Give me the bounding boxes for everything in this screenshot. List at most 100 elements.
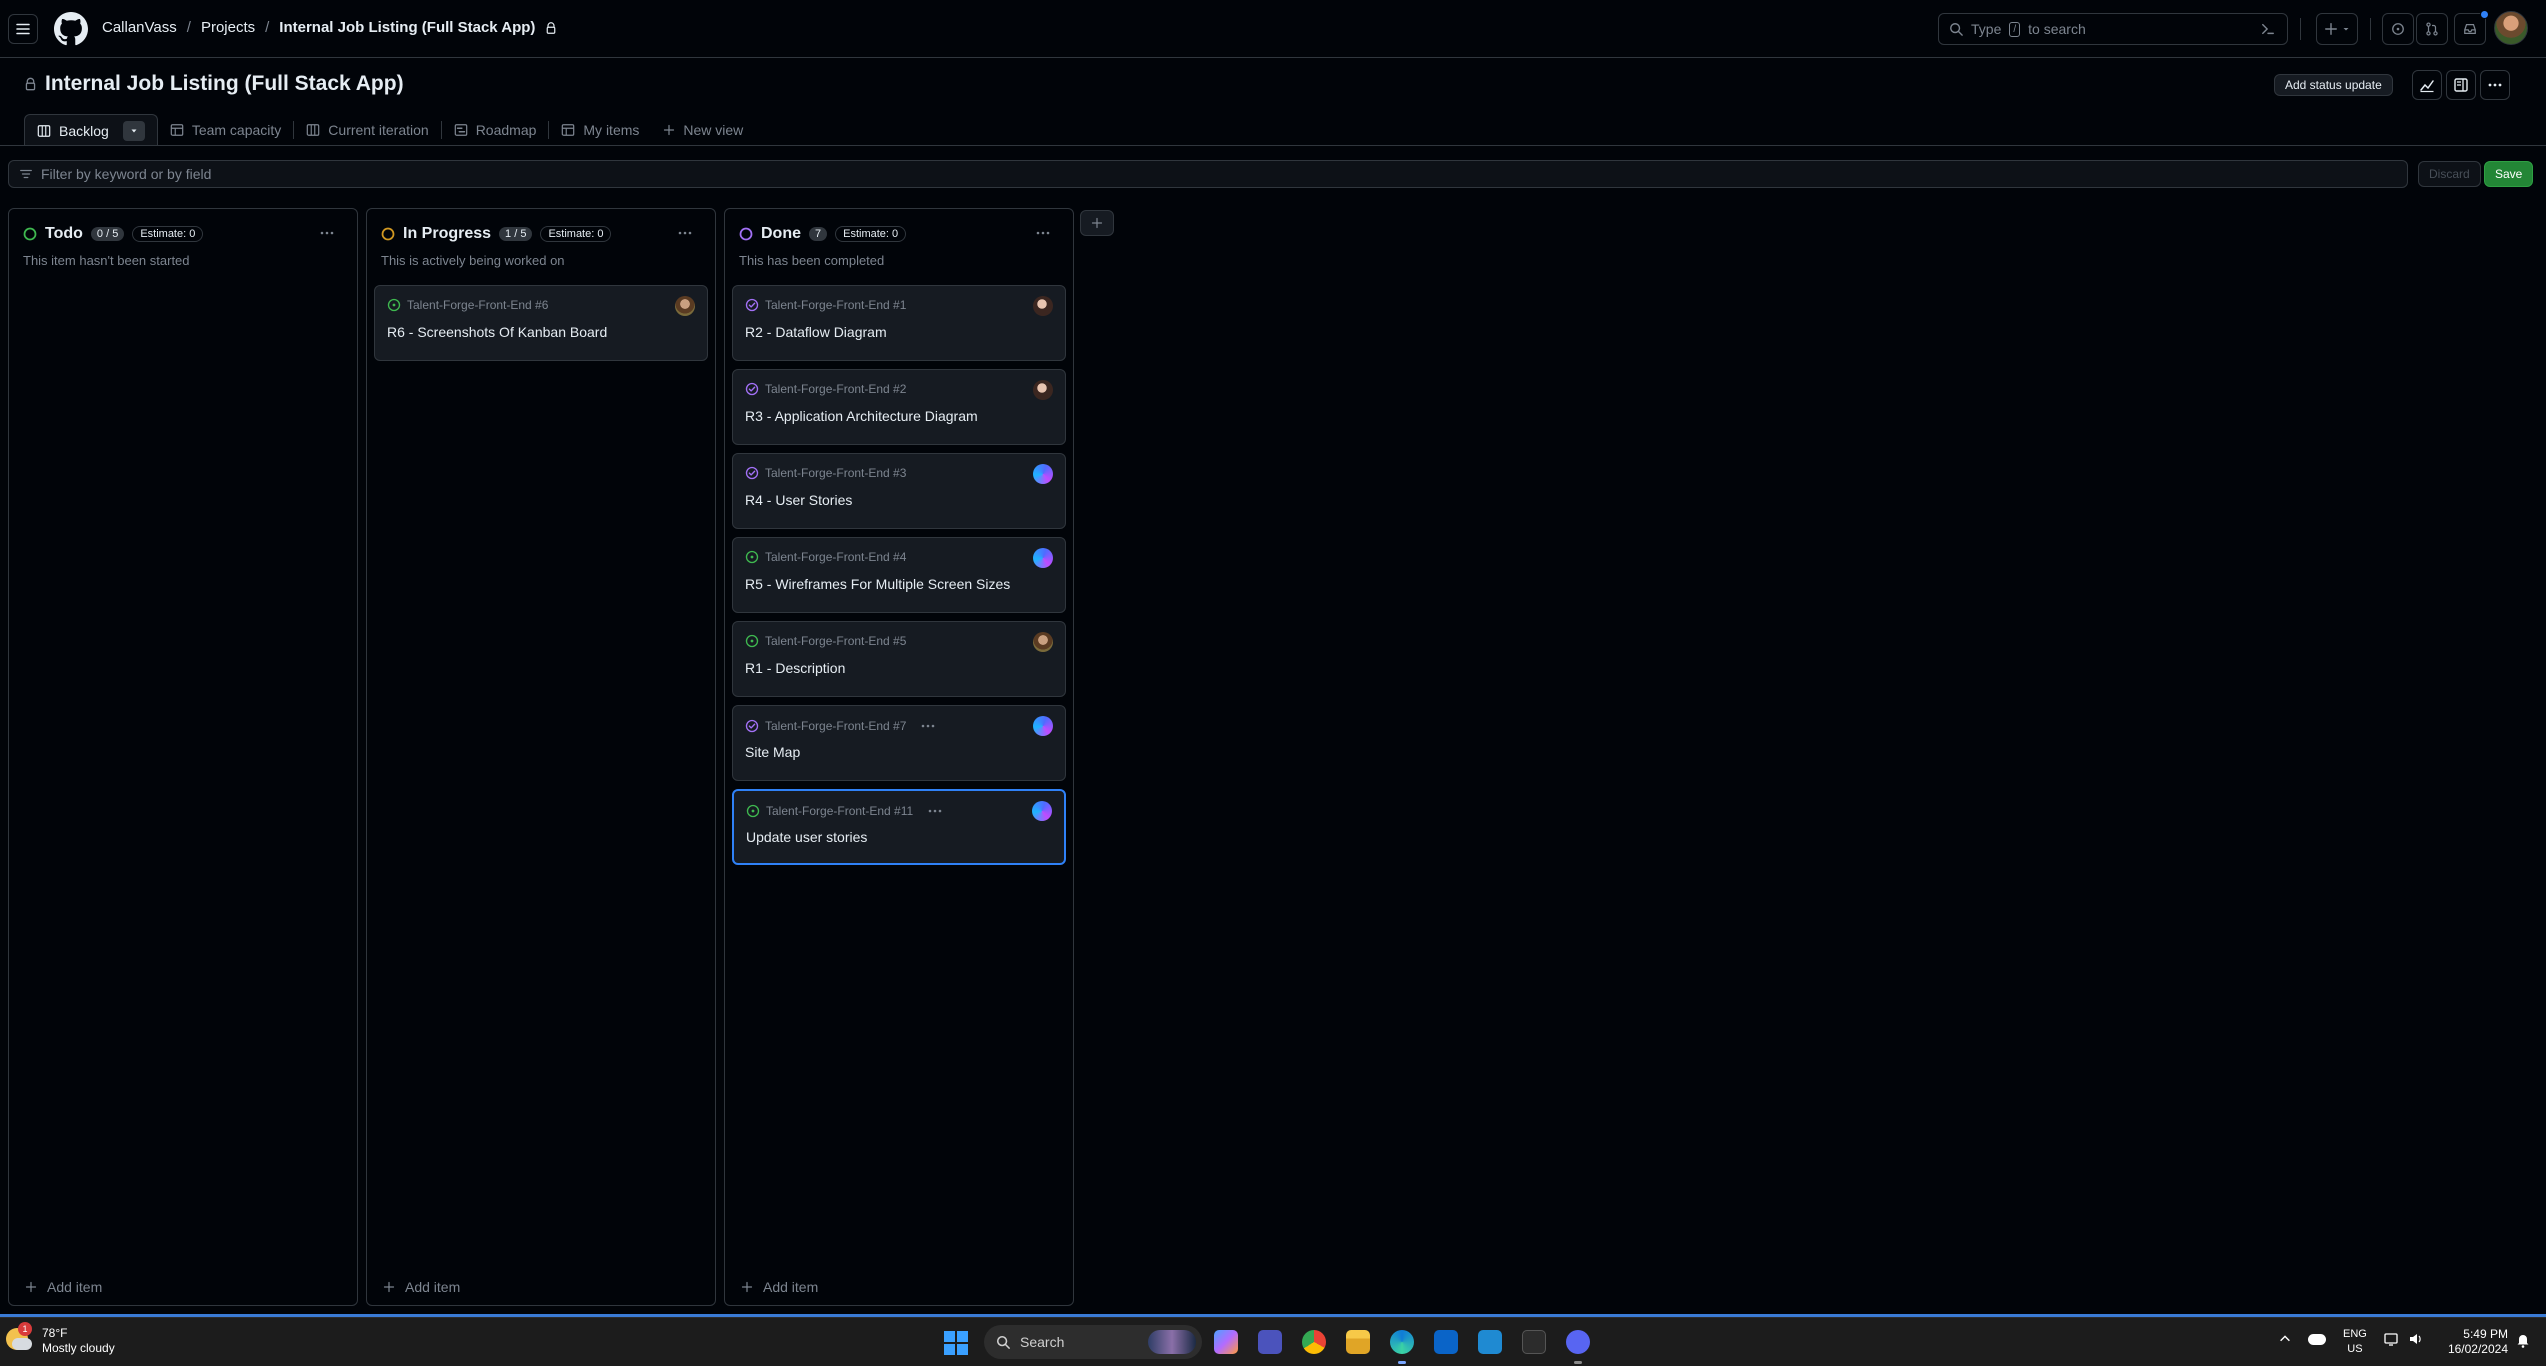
tab-roadmap[interactable]: Roadmap: [442, 116, 549, 144]
assignee-avatar[interactable]: [675, 296, 695, 316]
project-title-row: Internal Job Listing (Full Stack App): [24, 72, 404, 96]
language-indicator[interactable]: ENG US: [2343, 1327, 2367, 1357]
column-description: This has been completed: [739, 253, 885, 268]
discard-button[interactable]: Discard: [2418, 161, 2481, 187]
menu-button[interactable]: [8, 14, 38, 44]
create-new-button[interactable]: [2316, 13, 2358, 45]
issue-reference: Talent-Forge-Front-End #3: [745, 466, 906, 480]
tab-team-capacity[interactable]: Team capacity: [158, 116, 293, 144]
issue-title[interactable]: Site Map: [745, 744, 800, 760]
save-button[interactable]: Save: [2484, 161, 2534, 187]
edge-app-icon[interactable]: [1390, 1330, 1414, 1354]
tab-current-iteration[interactable]: Current iteration: [294, 116, 440, 144]
issue-card[interactable]: Talent-Forge-Front-End #7 Site Map: [732, 705, 1066, 781]
breadcrumb-separator: /: [265, 19, 270, 36]
assignee-avatar[interactable]: [1033, 548, 1053, 568]
windows-start-icon[interactable]: [944, 1331, 968, 1355]
volume-icon[interactable]: [2408, 1332, 2424, 1346]
weather-icon: 1: [6, 1322, 34, 1354]
add-column-button[interactable]: [1080, 210, 1114, 236]
issue-card[interactable]: Talent-Forge-Front-End #3 R4 - User Stori…: [732, 453, 1066, 529]
tab-label: Current iteration: [328, 122, 429, 138]
add-status-update-button[interactable]: Add status update: [2274, 74, 2393, 96]
taskbar-search-label: Search: [1020, 1334, 1065, 1350]
file-explorer-app-icon[interactable]: [1346, 1330, 1370, 1354]
view-options-button[interactable]: [122, 120, 145, 141]
card-menu-button[interactable]: [927, 803, 943, 819]
taskbar-search[interactable]: Search: [984, 1325, 1202, 1359]
issue-title[interactable]: R5 - Wireframes For Multiple Screen Size…: [745, 576, 1010, 592]
tab-label: New view: [683, 122, 744, 138]
breadcrumb-project[interactable]: Internal Job Listing (Full Stack App): [279, 19, 535, 36]
notification-bell-icon[interactable]: [2516, 1332, 2530, 1348]
mail-app-icon[interactable]: [1434, 1330, 1458, 1354]
column-menu-button[interactable]: [677, 225, 693, 241]
issue-card[interactable]: Talent-Forge-Front-End #1 R2 - Dataflow D…: [732, 285, 1066, 361]
breadcrumb: CallanVass / Projects / Internal Job Lis…: [102, 19, 557, 36]
network-icon[interactable]: [2384, 1332, 2400, 1346]
breadcrumb-owner[interactable]: CallanVass: [102, 19, 177, 36]
assignee-avatar[interactable]: [1033, 464, 1053, 484]
discord-app-icon[interactable]: [1566, 1330, 1590, 1354]
vscode-app-icon[interactable]: [1478, 1330, 1502, 1354]
pull-requests-button[interactable]: [2416, 13, 2448, 45]
weather-widget[interactable]: 1 78°F Mostly cloudy: [6, 1322, 115, 1356]
issues-button[interactable]: [2382, 13, 2414, 45]
github-logo-icon[interactable]: [54, 12, 88, 46]
assignee-avatar[interactable]: [1033, 716, 1053, 736]
assignee-avatar[interactable]: [1033, 380, 1053, 400]
side-panel-button[interactable]: [2446, 70, 2476, 100]
tab-backlog[interactable]: Backlog: [24, 114, 158, 146]
card-menu-button[interactable]: [920, 718, 936, 734]
global-search-input[interactable]: Type / to search: [1938, 13, 2288, 45]
issue-reference-text[interactable]: Talent-Forge-Front-End #3: [765, 466, 906, 480]
issue-card[interactable]: Talent-Forge-Front-End #5 R1 - Descriptio…: [732, 621, 1066, 697]
issue-title[interactable]: R1 - Description: [745, 660, 845, 676]
tab-my-items[interactable]: My items: [549, 116, 651, 144]
terminal-app-icon[interactable]: [1522, 1330, 1546, 1354]
onedrive-cloud-icon[interactable]: [2308, 1332, 2326, 1345]
tray-overflow-chevron-icon[interactable]: [2278, 1332, 2292, 1346]
issue-title[interactable]: Update user stories: [746, 829, 867, 845]
copilot-app-icon[interactable]: [1214, 1330, 1238, 1354]
teams-app-icon[interactable]: [1258, 1330, 1282, 1354]
add-item-button[interactable]: Add item: [383, 1279, 460, 1295]
issue-reference-text[interactable]: Talent-Forge-Front-End #6: [407, 298, 548, 312]
project-title[interactable]: Internal Job Listing (Full Stack App): [45, 72, 404, 96]
breadcrumb-projects[interactable]: Projects: [201, 19, 255, 36]
project-menu-button[interactable]: [2480, 70, 2510, 100]
issue-reference-text[interactable]: Talent-Forge-Front-End #2: [765, 382, 906, 396]
issue-reference-text[interactable]: Talent-Forge-Front-End #4: [765, 550, 906, 564]
column-menu-button[interactable]: [1035, 225, 1051, 241]
issue-title[interactable]: R3 - Application Architecture Diagram: [745, 408, 978, 424]
issue-card[interactable]: Talent-Forge-Front-End #4 R5 - Wireframes…: [732, 537, 1066, 613]
add-item-label: Add item: [47, 1279, 103, 1295]
chrome-app-icon[interactable]: [1302, 1330, 1326, 1354]
issue-reference-text[interactable]: Talent-Forge-Front-End #1: [765, 298, 906, 312]
assignee-avatar[interactable]: [1033, 632, 1053, 652]
insights-button[interactable]: [2412, 70, 2442, 100]
tab-new-view[interactable]: New view: [651, 116, 755, 144]
filter-input[interactable]: Filter by keyword or by field: [8, 160, 2408, 188]
command-palette-button[interactable]: [2256, 17, 2280, 41]
roadmap-icon: [454, 124, 467, 136]
issue-reference-text[interactable]: Talent-Forge-Front-End #11: [766, 804, 913, 818]
issue-reference-text[interactable]: Talent-Forge-Front-End #7: [765, 719, 906, 733]
assignee-avatar[interactable]: [1032, 801, 1052, 821]
tab-label: Roadmap: [475, 122, 537, 138]
user-avatar[interactable]: [2494, 11, 2528, 45]
issue-card[interactable]: Talent-Forge-Front-End #6 R6 - Screenshot…: [374, 285, 708, 361]
add-item-button[interactable]: Add item: [25, 1279, 102, 1295]
column-menu-button[interactable]: [319, 225, 335, 241]
issue-title[interactable]: R4 - User Stories: [745, 492, 852, 508]
issue-card[interactable]: Talent-Forge-Front-End #2 R3 - Applicatio…: [732, 369, 1066, 445]
issue-reference-text[interactable]: Talent-Forge-Front-End #5: [765, 634, 906, 648]
issue-closed-icon: [745, 298, 759, 312]
system-clock[interactable]: 5:49 PM 16/02/2024: [2436, 1327, 2508, 1357]
issue-card[interactable]: Talent-Forge-Front-End #11 Update user st…: [732, 789, 1066, 865]
issue-title[interactable]: R2 - Dataflow Diagram: [745, 324, 887, 340]
column-title: Todo: [45, 225, 83, 242]
assignee-avatar[interactable]: [1033, 296, 1053, 316]
issue-title[interactable]: R6 - Screenshots Of Kanban Board: [387, 324, 607, 340]
add-item-button[interactable]: Add item: [741, 1279, 818, 1295]
